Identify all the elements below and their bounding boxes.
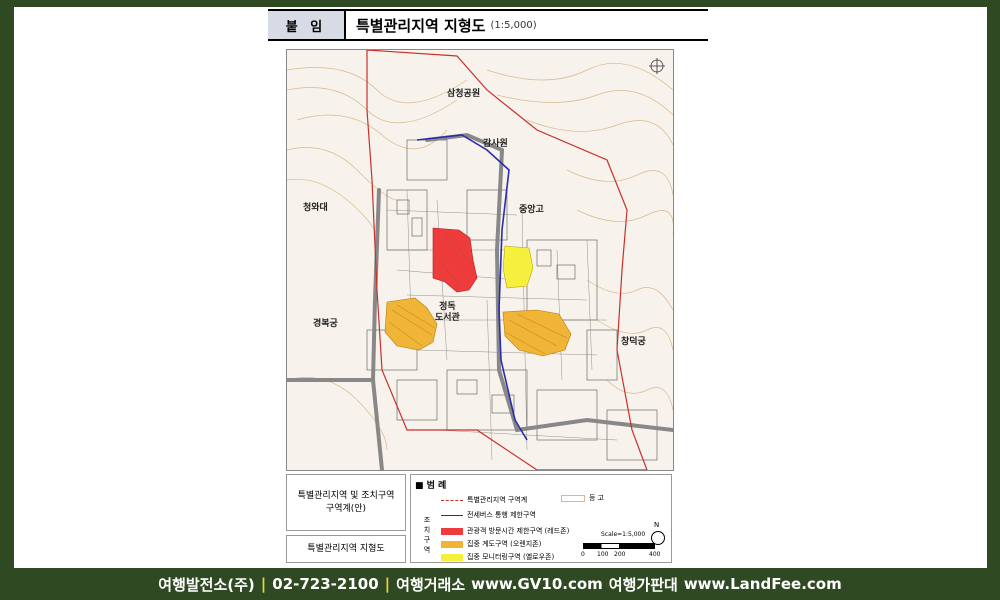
legend-orange-label: 집중 계도구역 (오렌지존) bbox=[467, 540, 542, 548]
page-title: 특별관리지역 지형도 (1:5,000) bbox=[346, 11, 537, 39]
yellow-zone bbox=[502, 245, 534, 289]
north-arrow bbox=[649, 58, 665, 74]
label-cheongwadae: 청와대 bbox=[303, 203, 328, 213]
footer-phone: 02-723-2100 bbox=[272, 575, 379, 593]
title-bar: 붙 임 특별관리지역 지형도 (1:5,000) bbox=[268, 9, 708, 41]
contour-swatch bbox=[561, 494, 585, 502]
label-gamsawon: 감사원 bbox=[483, 139, 508, 149]
footer-company: 여행발전소(주) bbox=[158, 575, 255, 594]
page-title-text: 특별관리지역 지형도 bbox=[356, 16, 486, 35]
legend-north-icon bbox=[651, 531, 665, 545]
attachment-tag: 붙 임 bbox=[268, 11, 346, 39]
legend-yellow-label: 집중 모니터링구역 (옐로우존) bbox=[467, 553, 555, 561]
legend-row-contour: 등 고 bbox=[561, 493, 604, 503]
legend-row-boundary: 특별관리지역 구역계 bbox=[441, 495, 527, 505]
boundary-swatch bbox=[441, 499, 463, 501]
legend-left-column: 특별관리지역 및 조치구역 구역계(안) 특별관리지역 지형도 bbox=[286, 474, 406, 563]
legend-left-box2: 특별관리지역 지형도 bbox=[286, 535, 406, 563]
legend-north-label: N bbox=[654, 521, 660, 529]
legend-bus-label: 전세버스 통행 제한구역 bbox=[467, 511, 536, 519]
orange-zone-west bbox=[384, 297, 438, 351]
bus-swatch bbox=[441, 514, 463, 516]
footer-exchange: 여행거래소 bbox=[396, 575, 466, 594]
label-changdeokgung: 창덕궁 bbox=[621, 337, 646, 347]
red-zone bbox=[432, 227, 478, 293]
footer-sep-2: | bbox=[384, 575, 391, 593]
contour-lines bbox=[287, 63, 673, 451]
title-scale: (1:5,000) bbox=[490, 19, 537, 31]
legend-contour-label: 등 고 bbox=[589, 494, 605, 502]
yellow-swatch bbox=[441, 553, 463, 561]
orange-zone-east bbox=[502, 309, 572, 357]
scale-label: Scale=1:5,000 bbox=[601, 531, 646, 538]
scale-tick-100: 100 bbox=[597, 551, 609, 558]
legend-row-yellow: 집중 모니터링구역 (옐로우존) bbox=[441, 552, 554, 562]
legend-left-box1: 특별관리지역 및 조치구역 구역계(안) bbox=[286, 474, 406, 531]
footer-link-landfee[interactable]: www.LandFee.com bbox=[684, 575, 842, 593]
legend-boundary-label: 특별관리지역 구역계 bbox=[467, 496, 528, 504]
topographic-map: 삼청공원 감사원 청와대 중앙고 경복궁 정독 도서관 창덕궁 bbox=[286, 49, 674, 471]
scale-tick-200: 200 bbox=[614, 551, 626, 558]
footer-sep-1: | bbox=[260, 575, 267, 593]
legend-row-orange: 집중 계도구역 (오렌지존) bbox=[441, 539, 541, 549]
legend-group-label: 조 치 구 역 bbox=[423, 516, 431, 554]
label-jeongdok-library: 정독 도서관 bbox=[435, 302, 460, 323]
scale-tick-400: 400 bbox=[649, 551, 661, 558]
label-gyeongbokgung: 경복궁 bbox=[313, 319, 338, 329]
document-frame: 붙 임 특별관리지역 지형도 (1:5,000) 삼청공원 감사원 청와대 중앙… bbox=[14, 7, 987, 568]
legend: ■ 범 례 특별관리지역 구역계 등 고 전세버스 통행 제한구역 조 치 구 … bbox=[410, 474, 672, 563]
legend-row-bus: 전세버스 통행 제한구역 bbox=[441, 510, 536, 520]
legend-row-red: 관광객 방문시간 제한구역 (레드존) bbox=[441, 526, 569, 536]
legend-red-label: 관광객 방문시간 제한구역 (레드존) bbox=[467, 527, 570, 535]
scale-bar bbox=[583, 543, 655, 549]
footer-bar: 여행발전소(주) | 02-723-2100 | 여행거래소 www.GV10.… bbox=[0, 568, 1000, 600]
orange-swatch bbox=[441, 540, 463, 548]
red-swatch bbox=[441, 527, 463, 535]
label-jungang-high: 중앙고 bbox=[519, 205, 544, 215]
map-canvas bbox=[287, 50, 673, 470]
scale-tick-0: 0 bbox=[581, 551, 585, 558]
legend-title: ■ 범 례 bbox=[415, 481, 447, 491]
main-roads bbox=[287, 132, 673, 470]
label-samcheong-park: 삼청공원 bbox=[447, 89, 481, 99]
footer-link-gv10[interactable]: www.GV10.com bbox=[471, 575, 603, 593]
footer-stand: 여행가판대 bbox=[608, 575, 678, 594]
